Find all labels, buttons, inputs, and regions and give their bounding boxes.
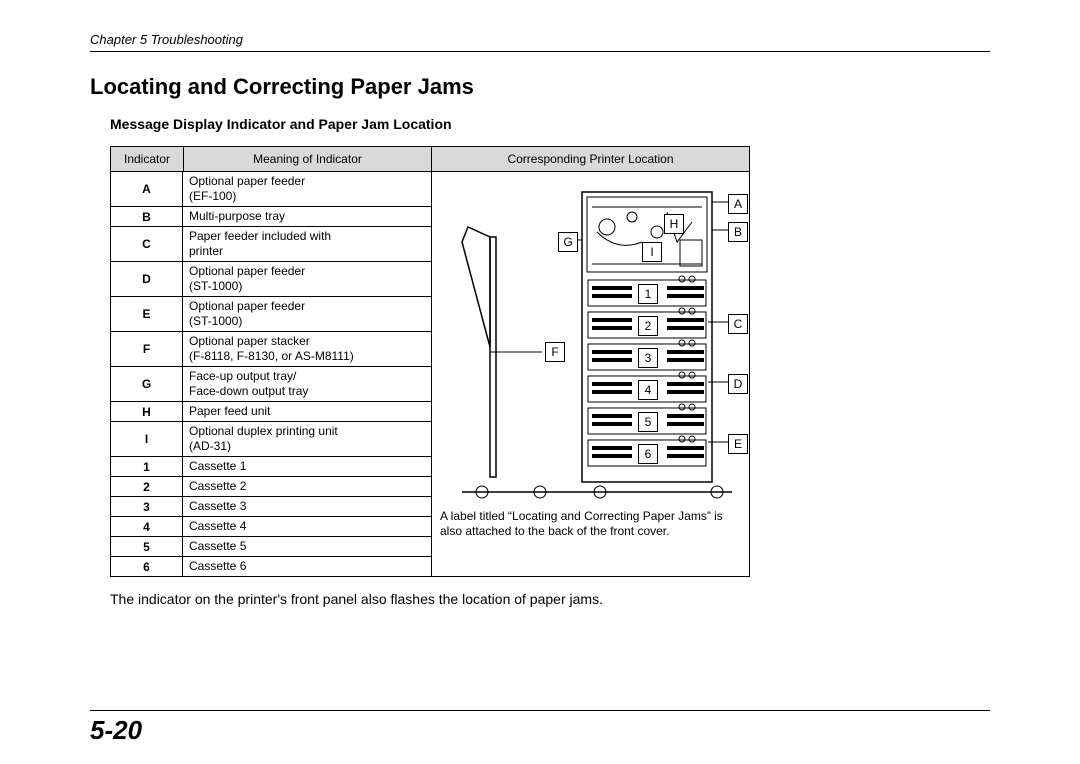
body-text: The indicator on the printer's front pan… [110, 591, 990, 607]
section-title: Locating and Correcting Paper Jams [90, 74, 990, 100]
meaning-cell: Cassette 5 [183, 537, 431, 556]
indicator-cell: D [111, 262, 183, 296]
subsection-title: Message Display Indicator and Paper Jam … [90, 116, 990, 132]
header-location: Corresponding Printer Location [432, 147, 749, 172]
meaning-cell: Cassette 1 [183, 457, 431, 476]
indicator-cell: B [111, 207, 183, 226]
table-row: DOptional paper feeder(ST-1000) [111, 262, 431, 297]
meaning-cell: Multi-purpose tray [183, 207, 431, 226]
label-C: C [728, 314, 748, 334]
indicator-cell: F [111, 332, 183, 366]
label-F: F [545, 342, 565, 362]
table-row: HPaper feed unit [111, 402, 431, 422]
indicator-cell: G [111, 367, 183, 401]
label-5: 5 [638, 412, 658, 432]
label-3: 3 [638, 348, 658, 368]
meaning-cell: Optional paper feeder(EF-100) [183, 172, 431, 206]
location-column: Corresponding Printer Location [431, 147, 749, 576]
chapter-header: Chapter 5 Troubleshooting [90, 32, 990, 52]
table-row: 6Cassette 6 [111, 557, 431, 576]
table-row: BMulti-purpose tray [111, 207, 431, 227]
indicator-cell: E [111, 297, 183, 331]
meaning-cell: Paper feeder included withprinter [183, 227, 431, 261]
label-4: 4 [638, 380, 658, 400]
label-6: 6 [638, 444, 658, 464]
meaning-cell: Optional duplex printing unit(AD-31) [183, 422, 431, 456]
meaning-cell: Cassette 4 [183, 517, 431, 536]
table-row: 1Cassette 1 [111, 457, 431, 477]
printer-illustration [432, 172, 750, 507]
indicator-cell: 6 [111, 557, 183, 576]
indicator-cell: H [111, 402, 183, 421]
label-A: A [728, 194, 748, 214]
meaning-cell: Optional paper feeder(ST-1000) [183, 262, 431, 296]
content-frame: Indicator Meaning of Indicator AOptional… [110, 146, 750, 577]
header-location-label: Corresponding Printer Location [507, 152, 673, 166]
label-B: B [728, 222, 748, 242]
table-row: 3Cassette 3 [111, 497, 431, 517]
label-D: D [728, 374, 748, 394]
indicator-cell: I [111, 422, 183, 456]
table-row: 2Cassette 2 [111, 477, 431, 497]
indicator-cell: 1 [111, 457, 183, 476]
page-number: 5-20 [90, 710, 990, 746]
data-rows: AOptional paper feeder(EF-100)BMulti-pur… [111, 172, 431, 576]
label-2: 2 [638, 316, 658, 336]
diagram-note: A label titled “Locating and Correcting … [440, 509, 741, 540]
table-row: 4Cassette 4 [111, 517, 431, 537]
meaning-cell: Optional paper stacker(F-8118, F-8130, o… [183, 332, 431, 366]
header-indicator: Indicator [111, 147, 184, 171]
header-meaning: Meaning of Indicator [184, 152, 431, 166]
table-row: IOptional duplex printing unit(AD-31) [111, 422, 431, 457]
label-H: H [664, 214, 684, 234]
page: Chapter 5 Troubleshooting Locating and C… [0, 0, 1080, 764]
table-row: AOptional paper feeder(EF-100) [111, 172, 431, 207]
table-row: FOptional paper stacker(F-8118, F-8130, … [111, 332, 431, 367]
table-row: EOptional paper feeder(ST-1000) [111, 297, 431, 332]
table-row: CPaper feeder included withprinter [111, 227, 431, 262]
indicator-cell: 2 [111, 477, 183, 496]
printer-diagram: G F H I A B C D E 1 2 3 4 5 6 A label ti… [432, 172, 749, 546]
table-row: 5Cassette 5 [111, 537, 431, 557]
indicator-cell: A [111, 172, 183, 206]
meaning-cell: Paper feed unit [183, 402, 431, 421]
label-E: E [728, 434, 748, 454]
indicator-cell: C [111, 227, 183, 261]
indicator-cell: 4 [111, 517, 183, 536]
label-1: 1 [638, 284, 658, 304]
meaning-cell: Cassette 2 [183, 477, 431, 496]
indicator-cell: 5 [111, 537, 183, 556]
table-row: GFace-up output tray/Face-down output tr… [111, 367, 431, 402]
indicator-table: Indicator Meaning of Indicator AOptional… [111, 147, 431, 576]
meaning-cell: Cassette 3 [183, 497, 431, 516]
label-G: G [558, 232, 578, 252]
indicator-cell: 3 [111, 497, 183, 516]
meaning-cell: Optional paper feeder(ST-1000) [183, 297, 431, 331]
table-header-row: Indicator Meaning of Indicator [111, 147, 431, 172]
label-I: I [642, 242, 662, 262]
meaning-cell: Cassette 6 [183, 557, 431, 576]
meaning-cell: Face-up output tray/Face-down output tra… [183, 367, 431, 401]
